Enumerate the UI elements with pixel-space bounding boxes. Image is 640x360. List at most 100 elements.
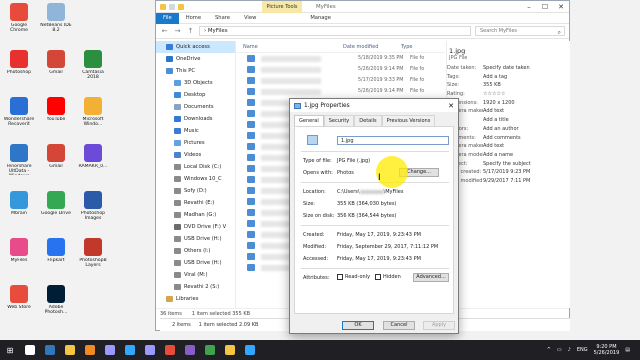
maximize-icon[interactable]: ☐ — [537, 1, 553, 13]
photoshop-icon[interactable] — [120, 340, 140, 360]
column-type[interactable]: Type — [395, 44, 412, 50]
hidden-checkbox[interactable]: Hidden — [375, 274, 401, 280]
details-value[interactable]: Add a title — [483, 117, 509, 126]
desktop-icon[interactable]: Google Drive — [39, 191, 73, 222]
tab-security[interactable]: Security — [323, 115, 355, 126]
desktop-icon[interactable]: Adobe Photosh... — [39, 285, 73, 316]
after-effects-icon[interactable] — [140, 340, 160, 360]
nav-item[interactable]: OneDrive — [156, 53, 235, 65]
ok-button[interactable]: OK — [342, 321, 374, 330]
nav-item[interactable]: Others (I:) — [156, 245, 235, 257]
properties-icon[interactable] — [169, 3, 175, 10]
premiere-icon[interactable] — [100, 340, 120, 360]
file-explorer-icon[interactable] — [60, 340, 80, 360]
nav-item[interactable]: Videos — [156, 149, 235, 161]
advanced-button[interactable]: Advanced... — [413, 273, 449, 282]
camtasia-icon[interactable] — [200, 340, 220, 360]
nav-item[interactable]: Viral (M:) — [156, 269, 235, 281]
edge-icon[interactable] — [40, 340, 60, 360]
nav-item[interactable]: DVD Drive (F:) V — [156, 221, 235, 233]
tab-manage[interactable]: Manage — [303, 13, 338, 24]
action-center-icon[interactable]: ▤ — [625, 347, 630, 353]
notification-icon[interactable]: ^ — [547, 347, 551, 353]
checkbox-box[interactable] — [337, 274, 343, 280]
visual-studio-icon[interactable] — [180, 340, 200, 360]
desktop-icon[interactable]: YouTube — [39, 97, 73, 128]
file-row[interactable]: 5/17/2019 9:33 PM File fo — [237, 75, 445, 86]
details-value[interactable]: ☆☆☆☆☆ — [483, 91, 505, 100]
details-value[interactable]: Specify date taken — [483, 65, 530, 74]
tab-general[interactable]: General — [294, 115, 324, 126]
readonly-checkbox[interactable]: Read-only — [337, 274, 370, 280]
desktop-icon[interactable]: Photoshop Images — [76, 191, 110, 222]
details-value[interactable]: Add a name — [483, 152, 513, 161]
desktop-icon[interactable]: Photoshop — [2, 50, 36, 81]
desktop-icon[interactable]: Google Chrome — [2, 3, 36, 34]
details-value[interactable]: Specify the subject — [483, 161, 531, 170]
column-date[interactable]: Date modified — [337, 44, 395, 50]
close-icon[interactable]: ✕ — [444, 102, 458, 110]
desktop-icon[interactable]: Tenorshare UltData - Windows — [2, 144, 36, 175]
tab-share[interactable]: Share — [208, 13, 237, 24]
volume-icon[interactable]: ♪ — [568, 347, 571, 353]
nav-item[interactable]: Madhan (G:) — [156, 209, 235, 221]
chrome-icon[interactable] — [160, 340, 180, 360]
filename-field[interactable]: 1.jpg — [337, 136, 449, 145]
nav-item[interactable]: Sofy (D:) — [156, 185, 235, 197]
photoshop2-icon[interactable] — [240, 340, 260, 360]
details-value[interactable]: Add a tag — [483, 74, 507, 83]
desktop-icon[interactable]: Camtasia 2018 — [76, 50, 110, 81]
desktop-icon[interactable]: Mbrain — [2, 191, 36, 222]
details-value[interactable]: 355 KB — [483, 82, 501, 91]
nav-item[interactable]: Quick access — [156, 41, 235, 53]
desktop-icon[interactable]: MyFiles — [2, 238, 36, 269]
desktop-icon[interactable]: PhotoshopB Layers — [76, 238, 110, 269]
details-value[interactable]: Add text — [483, 143, 504, 152]
details-value[interactable]: 5/17/2019 9:23 PM — [483, 169, 530, 178]
nav-item[interactable]: USB Drive (H:) — [156, 233, 235, 245]
nav-item[interactable]: Revathi (E:) — [156, 197, 235, 209]
column-name[interactable]: Name — [237, 44, 337, 50]
details-value[interactable]: Add an author — [483, 126, 519, 135]
language-indicator[interactable]: ENG — [577, 347, 588, 353]
minimize-icon[interactable]: – — [521, 1, 537, 13]
desktop-icon[interactable]: NetBeans IDE 8.2 — [39, 3, 73, 34]
nav-item[interactable]: Documents — [156, 101, 235, 113]
cancel-button[interactable]: Cancel — [383, 321, 415, 330]
nav-item[interactable]: Libraries — [156, 293, 235, 305]
details-value[interactable]: Add text — [483, 108, 504, 117]
nav-item[interactable]: Pictures — [156, 137, 235, 149]
nav-item[interactable]: Revathi 2 (S:) — [156, 281, 235, 293]
new-folder-icon[interactable] — [178, 3, 184, 10]
forward-icon[interactable]: → — [173, 27, 182, 35]
file-row[interactable]: 5/26/2019 9:14 PM File fo — [237, 64, 445, 75]
up-icon[interactable]: ↑ — [186, 27, 195, 35]
tab-details[interactable]: Details — [354, 115, 382, 126]
tab-view[interactable]: View — [237, 13, 263, 24]
address-bar[interactable]: › MyFiles — [199, 26, 471, 36]
vlc-icon[interactable] — [80, 340, 100, 360]
nav-item[interactable]: Windows 10_C — [156, 173, 235, 185]
back-icon[interactable]: ← — [160, 27, 169, 35]
nav-item[interactable]: Downloads — [156, 113, 235, 125]
nav-item[interactable]: 3D Objects — [156, 77, 235, 89]
nav-item[interactable]: Music — [156, 125, 235, 137]
network-icon[interactable]: ▭ — [557, 347, 562, 353]
desktop-icon[interactable]: Microsoft Windo... — [76, 97, 110, 128]
nav-item[interactable]: This PC — [156, 65, 235, 77]
windows-start-icon[interactable]: ⊞ — [0, 340, 20, 360]
tab-previous-versions[interactable]: Previous Versions — [381, 115, 436, 126]
apply-button[interactable]: Apply — [423, 321, 455, 330]
picture-tools-tab[interactable]: Picture Tools — [262, 1, 302, 13]
clock[interactable]: 9:20 PM 5/26/2019 — [594, 344, 620, 357]
tab-home[interactable]: Home — [179, 13, 208, 24]
file-row[interactable]: 5/26/2019 9:14 PM File fo — [237, 86, 445, 97]
close-icon[interactable]: ✕ — [553, 1, 569, 13]
details-value[interactable]: 1920 x 1200 — [483, 100, 515, 109]
desktop-icon[interactable]: Gmail — [39, 144, 73, 175]
file-row[interactable]: 5/18/2019 9:35 PM File fo — [237, 53, 445, 64]
desktop-icon[interactable]: Gmail — [39, 50, 73, 81]
details-value[interactable]: Add comments — [483, 135, 521, 144]
desktop-icon[interactable]: Web Store — [2, 285, 36, 316]
explorer2-icon[interactable] — [220, 340, 240, 360]
